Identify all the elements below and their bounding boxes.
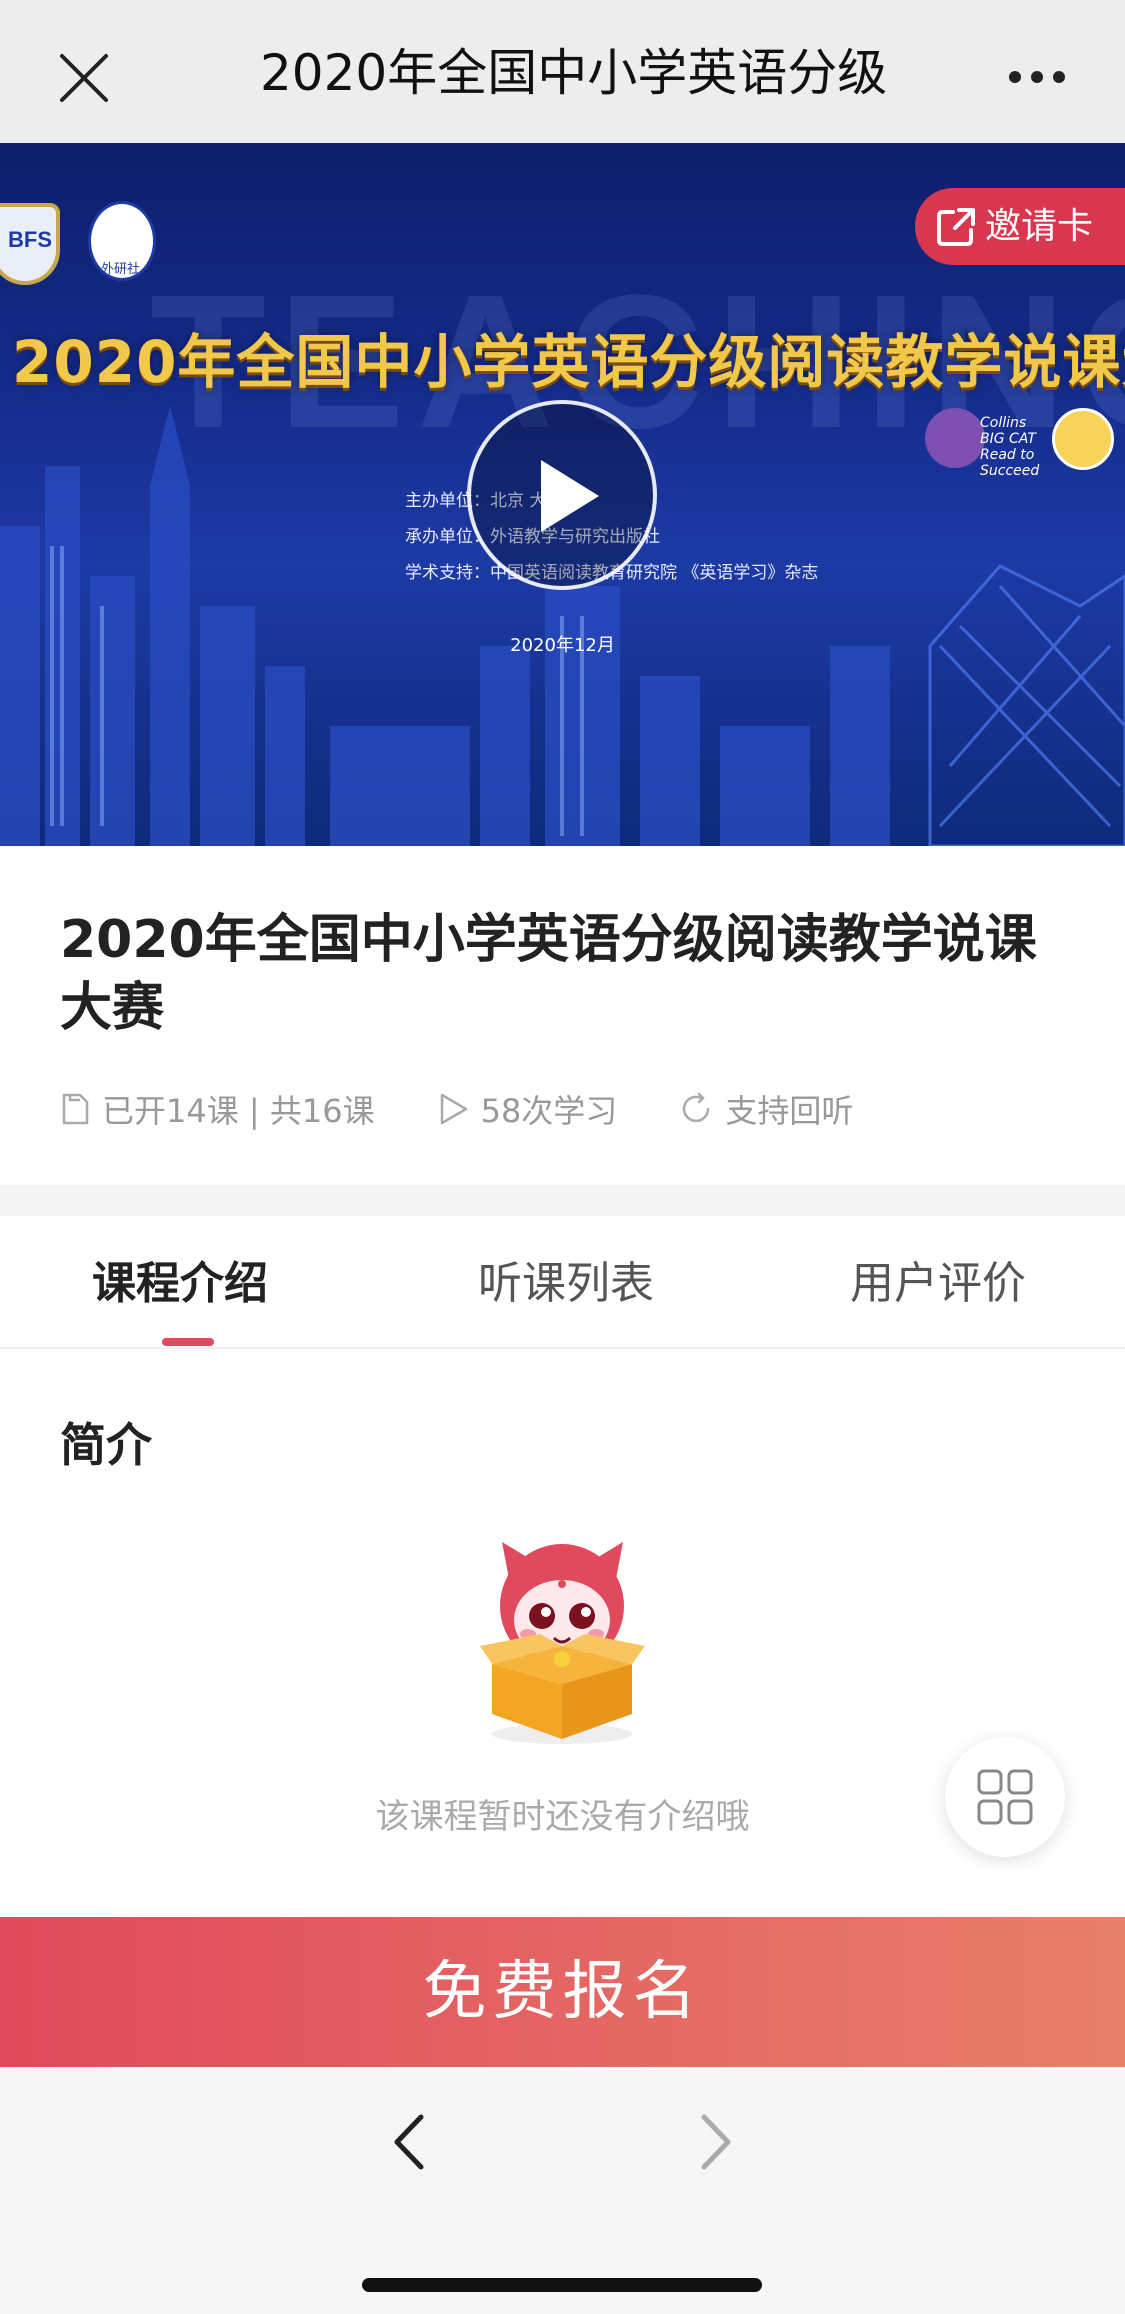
replay-support: 支持回听 bbox=[679, 1086, 853, 1132]
course-meta: 已开14课 | 共16课 58次学习 支持回听 bbox=[60, 1084, 915, 1134]
invite-card-label: 邀请卡 bbox=[985, 206, 1094, 247]
replay-icon bbox=[683, 1092, 710, 1123]
home-indicator[interactable] bbox=[362, 2278, 762, 2292]
tab-lesson-list[interactable]: 听课列表 bbox=[478, 1254, 654, 1314]
course-info: 2020年全国中小学英语分级阅读教学说课大赛 已开14课 | 共16课 58次学… bbox=[0, 846, 1125, 1185]
fltrp-logo: 外研社 bbox=[88, 201, 156, 281]
close-icon[interactable] bbox=[58, 52, 110, 104]
empty-state-mascot-image bbox=[480, 1542, 645, 1744]
grid-icon bbox=[977, 1769, 1033, 1825]
share-icon bbox=[937, 208, 975, 246]
video-date: 2020年12月 bbox=[510, 635, 615, 656]
course-tabs: 课程介绍 听课列表 用户评价 bbox=[0, 1216, 1125, 1349]
sun-logo bbox=[1052, 408, 1114, 470]
free-signup-button[interactable]: 免费报名 bbox=[0, 1917, 1125, 2067]
more-icon[interactable] bbox=[1007, 62, 1067, 92]
course-title: 2020年全国中小学英语分级阅读教学说课大赛 bbox=[60, 910, 1037, 1038]
lesson-count-text: 已开14课 | 共16课 bbox=[102, 1092, 375, 1130]
active-tab-indicator bbox=[162, 1338, 214, 1346]
top-navbar: 2020年全国中小学英语分级 bbox=[0, 0, 1125, 143]
play-outline-icon bbox=[440, 1093, 467, 1125]
play-count-text: 58次学习 bbox=[480, 1092, 618, 1130]
lesson-count: 已开14课 | 共16课 bbox=[60, 1086, 375, 1132]
play-icon bbox=[541, 460, 599, 532]
forward-chevron-icon[interactable] bbox=[690, 2107, 740, 2177]
page-title: 2020年全国中小学英语分级 bbox=[260, 44, 888, 102]
browser-bottom-bar bbox=[0, 2067, 1125, 2314]
bfs-logo: BFS bbox=[0, 203, 60, 285]
play-count: 58次学习 bbox=[437, 1086, 618, 1132]
play-button[interactable] bbox=[467, 400, 657, 590]
replay-support-text: 支持回听 bbox=[725, 1092, 854, 1130]
course-video[interactable]: TEACHING bbox=[0, 143, 1125, 846]
tab-user-reviews[interactable]: 用户评价 bbox=[850, 1254, 1026, 1314]
invite-card-button[interactable]: 邀请卡 bbox=[915, 188, 1125, 265]
video-headline: 2020年全国中小学英语分级阅读教学说课大赛 bbox=[12, 328, 1125, 396]
lion-logo bbox=[925, 408, 985, 468]
back-chevron-icon[interactable] bbox=[385, 2107, 435, 2177]
document-icon bbox=[62, 1093, 89, 1125]
intro-heading: 简介 bbox=[60, 1418, 152, 1472]
floating-menu-button[interactable] bbox=[945, 1737, 1065, 1857]
tab-course-intro[interactable]: 课程介绍 bbox=[92, 1254, 268, 1314]
collins-logo-text: Collins BIG CAT Read to Succeed bbox=[980, 415, 1040, 479]
